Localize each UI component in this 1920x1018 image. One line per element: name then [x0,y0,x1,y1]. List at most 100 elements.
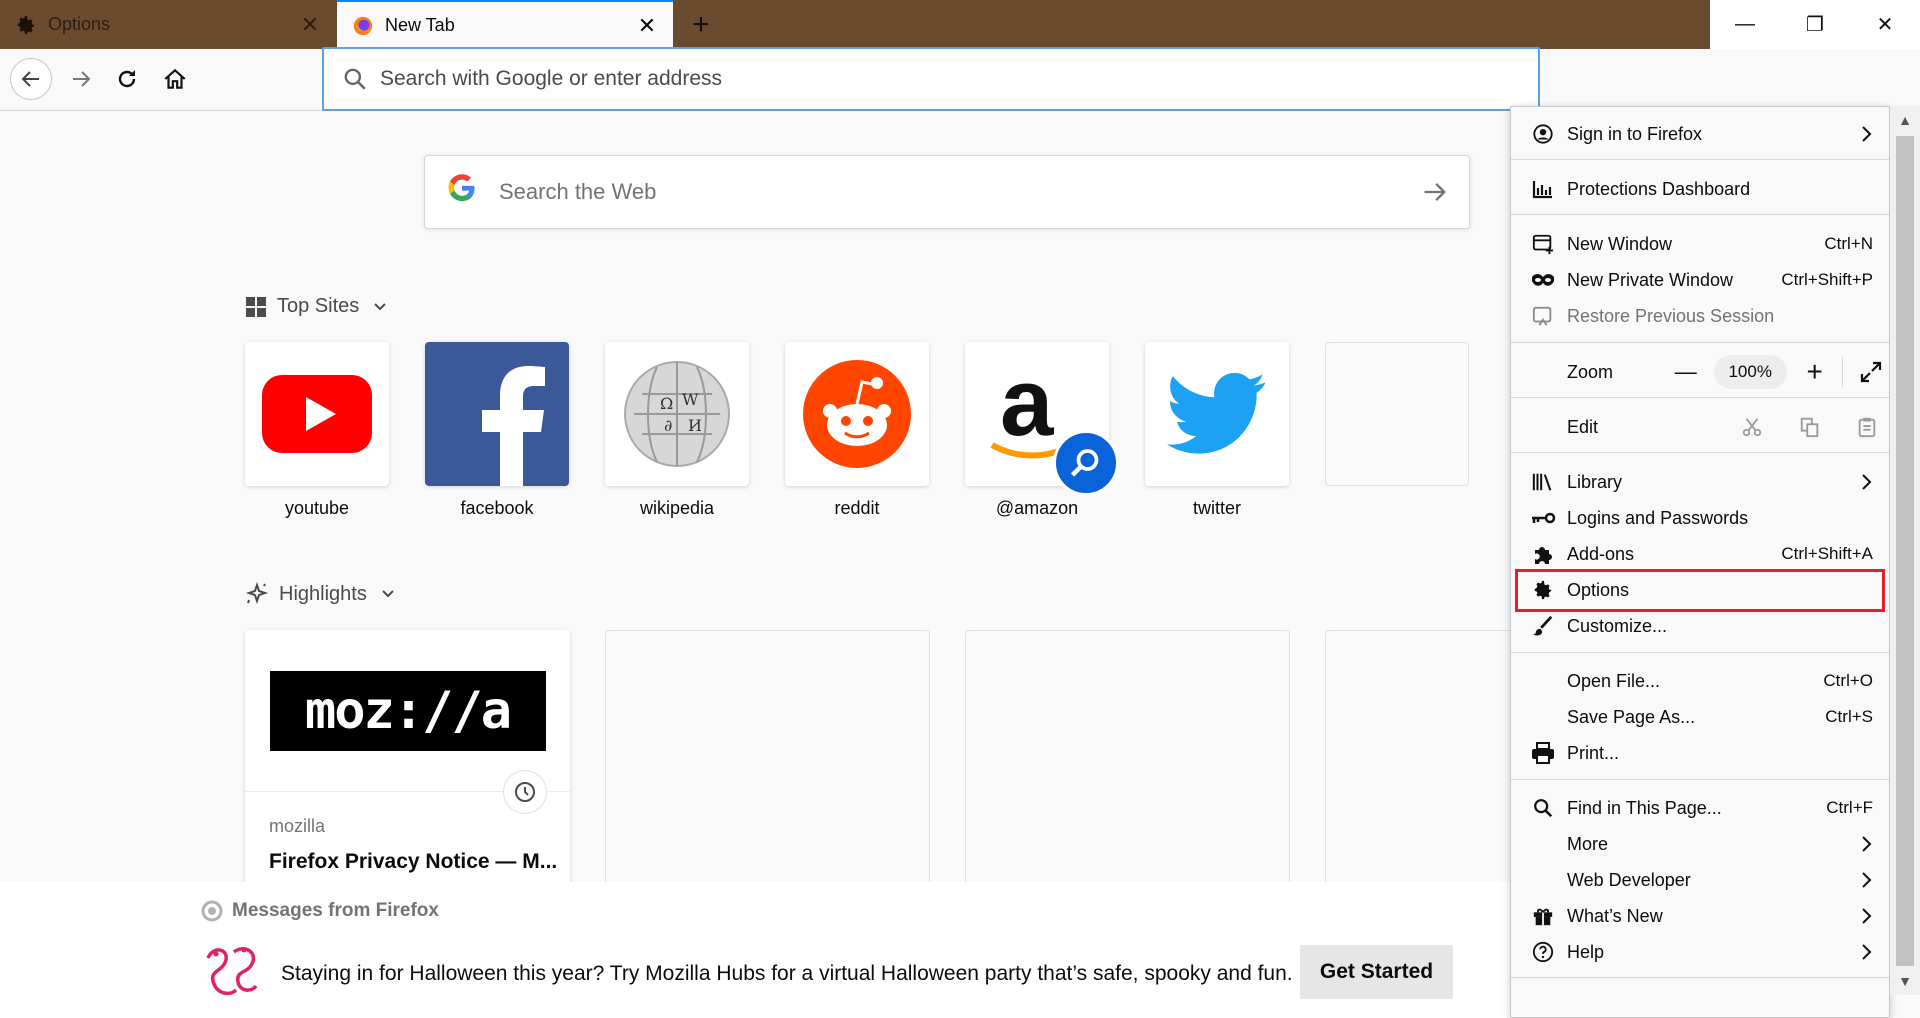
highlight-site: mozilla [269,816,326,836]
amazon-tile[interactable]: a [965,342,1119,496]
back-button[interactable] [10,58,52,100]
scrollbar-thumb[interactable] [1896,136,1914,966]
top-site-label: wikipedia [639,498,715,518]
youtube-icon [262,375,372,453]
highlight-card-empty [965,630,1290,890]
zoom-reset-button[interactable]: 100% [1713,355,1787,389]
tab-new-tab-close-button[interactable]: ✕ [631,10,663,42]
mask-icon [1529,273,1557,287]
tab-options[interactable]: Options ✕ [0,0,336,49]
menu-item-protections[interactable]: Protections Dashboard [1511,171,1889,207]
menu-item-label: Open File... [1567,670,1661,691]
menu-item-label: Protections Dashboard [1567,178,1751,199]
top-site-facebook[interactable]: facebook [425,342,569,519]
cut-button[interactable] [1729,407,1776,447]
reddit-tile[interactable] [785,342,929,486]
twitter-tile[interactable] [1145,342,1289,486]
menu-item-whats-new[interactable]: What’s New [1511,898,1889,934]
chevron-down-icon [373,300,387,314]
top-site-twitter[interactable]: twitter [1145,342,1289,519]
zoom-out-button[interactable]: — [1666,352,1706,392]
menu-item-more[interactable]: More [1511,826,1889,862]
top-site-reddit[interactable]: reddit [785,342,929,519]
close-window-button[interactable]: ✕ [1850,0,1920,49]
svg-text:a: a [1000,359,1054,456]
empty-tile[interactable] [1325,342,1469,486]
chevron-right-icon [1859,907,1873,925]
menu-item-library[interactable]: Library [1511,464,1889,500]
menu-item-customize[interactable]: Customize... [1511,608,1889,644]
web-search-box[interactable]: Search the Web [424,155,1470,229]
url-bar[interactable] [322,47,1540,111]
svg-text:∂: ∂ [664,416,672,435]
top-site-empty[interactable] [1325,342,1469,519]
wikipedia-tile[interactable]: Ω W ∂ И [605,342,749,486]
twitter-bird-icon [1167,372,1266,454]
facebook-tile[interactable] [425,342,569,486]
scroll-down-arrow[interactable]: ▼ [1890,967,1920,995]
reload-button[interactable] [106,58,148,100]
chevron-right-icon [1859,473,1873,491]
library-icon [1529,471,1557,493]
menu-item-label: New Window [1567,233,1673,254]
new-tab-button[interactable]: + [684,8,718,42]
tab-new-tab[interactable]: New Tab ✕ [337,0,673,49]
home-button[interactable] [154,58,196,100]
web-search-input[interactable]: Search the Web [499,179,1421,205]
menu-item-print[interactable]: Print... [1511,735,1889,771]
minimize-button[interactable]: — [1710,0,1780,49]
highlight-card[interactable]: moz://a mozilla Firefox Privacy Notice —… [245,630,570,890]
menu-item-find[interactable]: Find in This Page... Ctrl+F [1511,790,1889,826]
account-icon [1529,123,1557,145]
chevron-right-icon [1859,871,1873,889]
firefox-icon [351,14,375,38]
halloween-icon [198,938,264,1009]
fullscreen-button[interactable] [1851,352,1889,392]
top-sites-grid: youtube facebook Ω W ∂ И wikipedia reddit a [245,342,1505,519]
zoom-in-button[interactable]: + [1795,352,1835,392]
highlights-grid: moz://a mozilla Firefox Privacy Notice —… [245,630,1685,890]
tab-options-label: Options [48,14,111,34]
menu-item-label: Web Developer [1567,869,1691,890]
arrow-left-icon [21,71,39,87]
new-tab-page: Search the Web Top Sites youtube faceboo… [0,112,1650,890]
menu-item-logins[interactable]: Logins and Passwords [1511,500,1889,536]
menu-item-help[interactable]: Help [1511,934,1889,970]
top-site-amazon[interactable]: a @amazon [965,342,1119,519]
menu-item-restore-session[interactable]: Restore Previous Session [1511,298,1889,334]
top-site-wikipedia[interactable]: Ω W ∂ И wikipedia [605,342,749,519]
wikipedia-globe-icon: Ω W ∂ И [624,361,730,467]
youtube-tile[interactable] [245,342,389,486]
menu-item-label: Find in This Page... [1567,797,1722,818]
search-icon [342,66,368,92]
menu-item-addons[interactable]: Add-ons Ctrl+Shift+A [1511,536,1889,572]
highlights-header[interactable]: Highlights [245,582,395,606]
highlight-thumbnail: moz://a [245,630,570,792]
url-input[interactable] [380,67,1538,91]
paste-button[interactable] [1844,407,1889,447]
scroll-up-arrow[interactable]: ▲ [1890,106,1920,134]
zoom-label: Zoom [1567,361,1614,382]
sparkle-icon [245,582,269,606]
restore-button[interactable]: ❐ [1780,0,1850,49]
menu-scrollbar[interactable]: ▲ ▼ [1890,106,1920,995]
copy-button[interactable] [1786,407,1833,447]
chevron-right-icon [1859,943,1873,961]
restore-session-icon [1529,305,1557,327]
top-site-youtube[interactable]: youtube [245,342,389,519]
menu-item-open-file[interactable]: Open File... Ctrl+O [1511,663,1889,699]
get-started-button[interactable]: Get Started [1300,945,1453,999]
forward-button[interactable] [60,58,102,100]
arrow-right-icon[interactable] [1421,178,1449,206]
top-sites-header[interactable]: Top Sites [245,295,387,318]
menu-item-web-developer[interactable]: Web Developer [1511,862,1889,898]
tab-options-close-button[interactable]: ✕ [294,9,326,41]
menu-item-label: Restore Previous Session [1567,305,1775,326]
chevron-down-icon [381,587,395,601]
menu-item-new-private-window[interactable]: New Private Window Ctrl+Shift+P [1511,262,1889,298]
gift-icon [1529,905,1557,927]
menu-item-save-page[interactable]: Save Page As... Ctrl+S [1511,699,1889,735]
new-window-icon [1529,233,1557,255]
menu-item-sign-in[interactable]: Sign in to Firefox [1511,116,1889,152]
menu-item-new-window[interactable]: New Window Ctrl+N [1511,226,1889,262]
